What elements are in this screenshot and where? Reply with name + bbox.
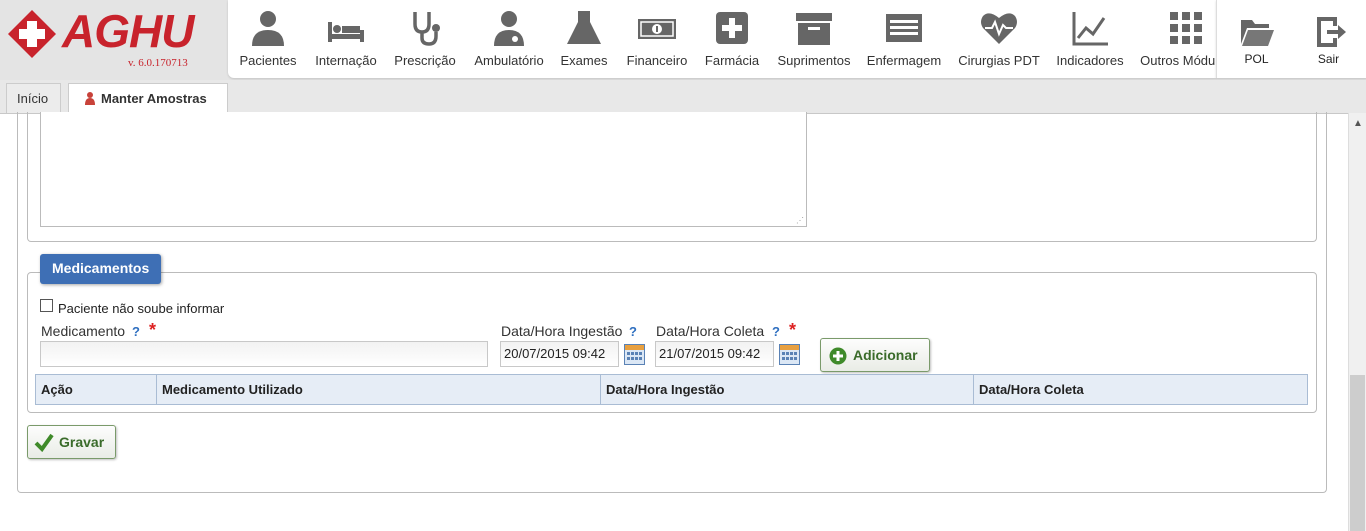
ingestao-help-icon[interactable]: ?: [629, 324, 637, 339]
red-cross-logo-icon: [8, 10, 56, 58]
coleta-calendar-icon[interactable]: [779, 344, 800, 365]
menu-pol[interactable]: POL: [1219, 0, 1294, 78]
archive-box-icon: [796, 13, 832, 45]
ingestao-calendar-icon[interactable]: [624, 344, 645, 365]
coleta-date-input[interactable]: 21/07/2015 09:42: [655, 341, 774, 367]
menu-label: Pacientes: [239, 53, 297, 68]
menu-label: Financeiro: [626, 53, 688, 68]
table-header-ingestao[interactable]: Data/Hora Ingestão: [601, 375, 974, 405]
app-version: v. 6.0.170713: [128, 57, 188, 69]
menu-label: Cirurgias PDT: [958, 53, 1040, 68]
table-header-medicamento[interactable]: Medicamento Utilizado: [157, 375, 601, 405]
flask-icon: [567, 11, 601, 44]
list-board-icon: [886, 14, 922, 42]
exit-icon: [1316, 17, 1346, 47]
ingestao-date-input[interactable]: 20/07/2015 09:42: [500, 341, 619, 367]
menu-label: Indicadores: [1056, 53, 1124, 68]
table-header-acao[interactable]: Ação: [36, 375, 157, 405]
vertical-scrollbar[interactable]: ▲: [1348, 113, 1366, 531]
heart-pulse-icon: [981, 13, 1017, 44]
plus-cross-icon: [716, 12, 748, 44]
menu-label: Sair: [1317, 52, 1340, 66]
folder-icon: [1240, 20, 1274, 46]
app-header: AGHU v. 6.0.170713 Pacientes Internação …: [0, 0, 1366, 80]
coleta-help-icon[interactable]: ?: [772, 324, 780, 339]
menu-indicadores[interactable]: Indicadores: [1054, 0, 1126, 78]
menu-label: Enfermagem: [866, 53, 942, 68]
grid-icon: [1170, 12, 1202, 44]
tab-label: Manter Amostras: [101, 91, 207, 106]
observation-textarea[interactable]: ⋰: [40, 112, 807, 227]
tab-bar: Início Manter Amostras ×: [0, 80, 1366, 136]
money-icon: [638, 19, 676, 39]
menu-enfermagem[interactable]: Enfermagem: [864, 0, 944, 78]
line-chart-icon: [1072, 12, 1108, 46]
main-menu: Pacientes Internação Prescrição Ambulató…: [228, 0, 1216, 78]
menu-outros-modulos[interactable]: Outros Módulos: [1138, 0, 1216, 78]
menu-ambulatorio[interactable]: Ambulatório: [470, 0, 548, 78]
menu-financeiro[interactable]: Financeiro: [622, 0, 692, 78]
right-menu: POL Sair: [1216, 0, 1366, 78]
stethoscope-icon: [413, 12, 440, 46]
doctor-icon: [494, 11, 524, 46]
checkmark-icon: [34, 433, 54, 452]
table-header-coleta[interactable]: Data/Hora Coleta: [974, 375, 1307, 405]
adicionar-label: Adicionar: [853, 347, 918, 363]
adicionar-button[interactable]: Adicionar: [820, 338, 930, 372]
logo-text: AGHU: [62, 5, 194, 57]
person-icon: [252, 11, 284, 46]
bed-icon: [328, 22, 364, 42]
menu-label: Ambulatório: [474, 53, 544, 68]
sample-tube-icon: [85, 92, 95, 105]
menu-label: Internação: [315, 53, 377, 68]
tab-inicio[interactable]: Início: [6, 83, 61, 113]
tab-label: Início: [17, 91, 49, 106]
scroll-thumb[interactable]: [1350, 375, 1365, 531]
menu-label: POL: [1244, 52, 1269, 66]
medicamentos-legend: Medicamentos: [40, 254, 162, 284]
gravar-label: Gravar: [59, 434, 105, 450]
medicamento-help-icon[interactable]: ?: [132, 324, 140, 339]
medicamento-label: Medicamento: [41, 323, 126, 339]
menu-label: Suprimentos: [777, 53, 851, 68]
menu-label: Exames: [560, 53, 608, 68]
coleta-required-mark: *: [789, 320, 797, 340]
menu-suprimentos[interactable]: Suprimentos: [772, 0, 856, 78]
menu-label: Prescrição: [394, 53, 456, 68]
medicamento-required-mark: *: [149, 320, 157, 340]
ingestao-label: Data/Hora Ingestão: [501, 323, 623, 339]
add-circle-icon: [829, 347, 847, 365]
menu-exames[interactable]: Exames: [554, 0, 614, 78]
tab-manter-amostras[interactable]: Manter Amostras ×: [68, 83, 228, 136]
menu-prescricao[interactable]: Prescrição: [390, 0, 460, 78]
aghu-logo[interactable]: AGHU v. 6.0.170713: [0, 0, 228, 80]
resize-handle-icon[interactable]: ⋰: [796, 216, 804, 225]
menu-farmacia[interactable]: Farmácia: [700, 0, 764, 78]
scroll-up-arrow-icon[interactable]: ▲: [1349, 113, 1366, 135]
gravar-button[interactable]: Gravar: [27, 425, 116, 459]
menu-pacientes[interactable]: Pacientes: [233, 0, 303, 78]
medicamento-input[interactable]: [40, 341, 488, 367]
menu-label: Farmácia: [704, 53, 760, 68]
menu-label: Outros Módulos: [1140, 53, 1216, 68]
menu-cirurgias[interactable]: Cirurgias PDT: [954, 0, 1044, 78]
medicamentos-table: Ação Medicamento Utilizado Data/Hora Ing…: [35, 374, 1308, 405]
paciente-nao-soube-label: Paciente não soube informar: [58, 301, 225, 316]
menu-sair[interactable]: Sair: [1291, 0, 1366, 78]
coleta-label: Data/Hora Coleta: [656, 323, 765, 339]
menu-internacao[interactable]: Internação: [312, 0, 380, 78]
paciente-nao-soube-checkbox[interactable]: [40, 299, 53, 312]
